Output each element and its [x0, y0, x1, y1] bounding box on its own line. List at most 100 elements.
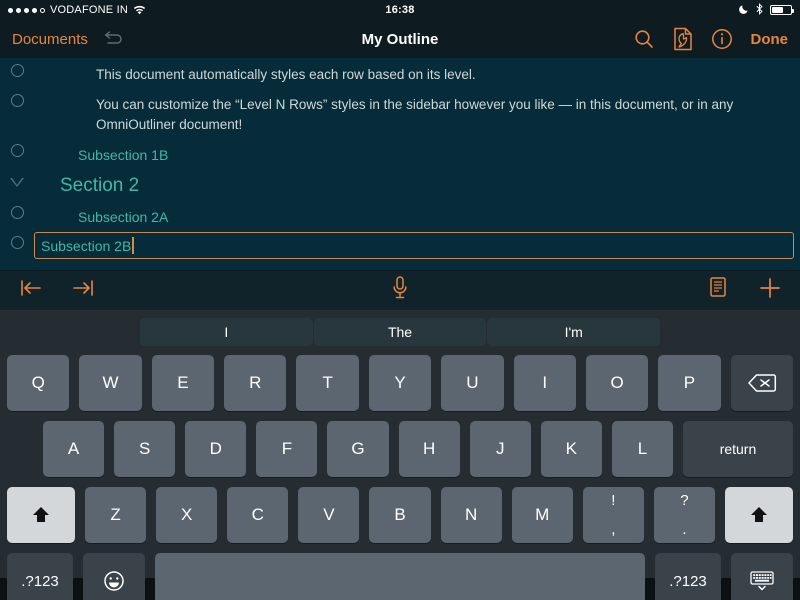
key-p[interactable]: P — [658, 355, 721, 411]
row-handle[interactable] — [0, 60, 34, 77]
row-handle[interactable] — [0, 90, 34, 107]
key-t[interactable]: T — [296, 355, 359, 411]
key-exclamation-comma[interactable]: ! , — [582, 487, 644, 543]
numeric-key-right[interactable]: .?123 — [655, 553, 721, 600]
key-o[interactable]: O — [585, 355, 649, 411]
key-n[interactable]: N — [440, 487, 502, 543]
undo-icon[interactable] — [102, 29, 126, 49]
key-question-period[interactable]: ? . — [653, 487, 715, 543]
key-r[interactable]: R — [224, 355, 287, 411]
row-handle[interactable] — [0, 202, 34, 219]
battery-icon — [770, 5, 794, 15]
done-button[interactable]: Done — [751, 31, 789, 48]
outline-row-section[interactable]: Section 2 — [0, 170, 800, 202]
key-k[interactable]: K — [540, 421, 602, 477]
circle-bullet-icon[interactable] — [10, 64, 24, 77]
key-d[interactable]: D — [185, 421, 247, 477]
key-u[interactable]: U — [441, 355, 504, 411]
outline-row-text: Subsection 1B — [78, 147, 169, 163]
status-bar-right — [739, 2, 794, 18]
key-l[interactable]: L — [611, 421, 673, 477]
row-text-input[interactable]: Subsection 2B — [34, 232, 794, 259]
key-v[interactable]: V — [298, 487, 360, 543]
circle-bullet-icon[interactable] — [10, 94, 24, 107]
prediction-item[interactable]: I'm — [487, 318, 661, 346]
key-y[interactable]: Y — [368, 355, 432, 411]
emoji-face-icon[interactable] — [83, 553, 145, 600]
circle-bullet-icon[interactable] — [10, 206, 24, 219]
on-screen-keyboard: I The I'm Q W E R T Y U I O P A S D F G — [0, 310, 800, 600]
outline-row-text: Section 2 — [60, 175, 140, 196]
key-j[interactable]: J — [469, 421, 531, 477]
edit-toolbar-right — [708, 276, 782, 305]
key-h[interactable]: H — [398, 421, 460, 477]
row-text[interactable]: Section 2 — [34, 170, 800, 202]
key-c[interactable]: C — [227, 487, 289, 543]
row-text-editing[interactable]: Subsection 2B — [34, 232, 800, 259]
key-question-label: ? — [680, 492, 689, 509]
outline-row[interactable]: Subsection 1B — [0, 140, 800, 170]
prediction-item[interactable]: I — [140, 318, 313, 346]
keyboard-row-4: .?123 .?123 — [0, 548, 800, 600]
row-text[interactable]: This document automatically styles each … — [34, 60, 800, 90]
key-exclamation-label: ! — [611, 492, 616, 509]
key-g[interactable]: G — [327, 421, 389, 477]
return-key[interactable]: return — [682, 421, 793, 477]
circle-bullet-icon[interactable] — [10, 236, 24, 249]
status-bar-left: VODAFONE IN — [8, 4, 146, 16]
key-m[interactable]: M — [511, 487, 573, 543]
shift-key-left[interactable] — [7, 487, 75, 543]
edit-toolbar-wrapper — [0, 270, 800, 310]
row2-spacer — [7, 421, 33, 477]
outline-document[interactable]: This document automatically styles each … — [0, 58, 800, 270]
row-handle[interactable] — [0, 232, 34, 249]
plus-icon[interactable] — [758, 276, 782, 305]
outline-row[interactable]: This document automatically styles each … — [0, 60, 800, 90]
key-period-label: . — [682, 521, 687, 538]
key-w[interactable]: W — [79, 355, 142, 411]
predictive-text-bar: I The I'm — [0, 314, 800, 350]
hide-keyboard-icon[interactable] — [731, 553, 793, 600]
search-icon[interactable] — [633, 28, 655, 50]
disclosure-triangle-icon[interactable] — [10, 178, 24, 187]
outline-row[interactable]: Subsection 2A — [0, 202, 800, 232]
key-comma-label: , — [611, 521, 616, 538]
microphone-icon[interactable] — [391, 275, 409, 306]
notes-icon[interactable] — [708, 276, 728, 305]
keyboard-row-2: A S D F G H J K L return — [0, 416, 800, 482]
key-q[interactable]: Q — [7, 355, 70, 411]
outline-row-text: Subsection 2A — [78, 209, 169, 225]
documents-back-button[interactable]: Documents — [12, 31, 88, 48]
outline-row-editing[interactable]: Subsection 2B — [0, 232, 800, 259]
indent-icon[interactable] — [70, 278, 96, 303]
row-handle[interactable] — [0, 140, 34, 157]
edit-toolbar-left — [18, 278, 96, 303]
nav-bar: Documents My Outline Done — [0, 20, 800, 58]
outdent-icon[interactable] — [18, 278, 44, 303]
row-text[interactable]: You can customize the “Level N Rows” sty… — [34, 90, 800, 140]
nav-bar-left: Documents — [12, 29, 126, 49]
wifi-icon — [133, 5, 146, 15]
numeric-key-left[interactable]: .?123 — [7, 553, 73, 600]
key-z[interactable]: Z — [85, 487, 147, 543]
row-handle[interactable] — [0, 170, 34, 187]
key-x[interactable]: X — [156, 487, 218, 543]
key-i[interactable]: I — [513, 355, 576, 411]
circle-bullet-icon[interactable] — [10, 144, 24, 157]
prediction-item[interactable]: The — [313, 318, 487, 346]
key-s[interactable]: S — [114, 421, 176, 477]
outline-row[interactable]: You can customize the “Level N Rows” sty… — [0, 90, 800, 140]
row-text[interactable]: Subsection 2A — [34, 202, 800, 232]
key-b[interactable]: B — [369, 487, 431, 543]
row-text[interactable]: Subsection 1B — [34, 140, 800, 170]
key-a[interactable]: A — [43, 421, 105, 477]
shift-key-right[interactable] — [724, 487, 793, 543]
info-circle-icon[interactable] — [711, 28, 733, 50]
edit-toolbar-center — [0, 275, 800, 306]
space-key[interactable] — [155, 553, 645, 600]
key-f[interactable]: F — [256, 421, 318, 477]
keyboard-row-3: Z X C V B N M ! , ? . — [0, 482, 800, 548]
document-style-icon[interactable] — [673, 27, 693, 51]
key-e[interactable]: E — [151, 355, 215, 411]
backspace-icon[interactable] — [730, 355, 793, 411]
